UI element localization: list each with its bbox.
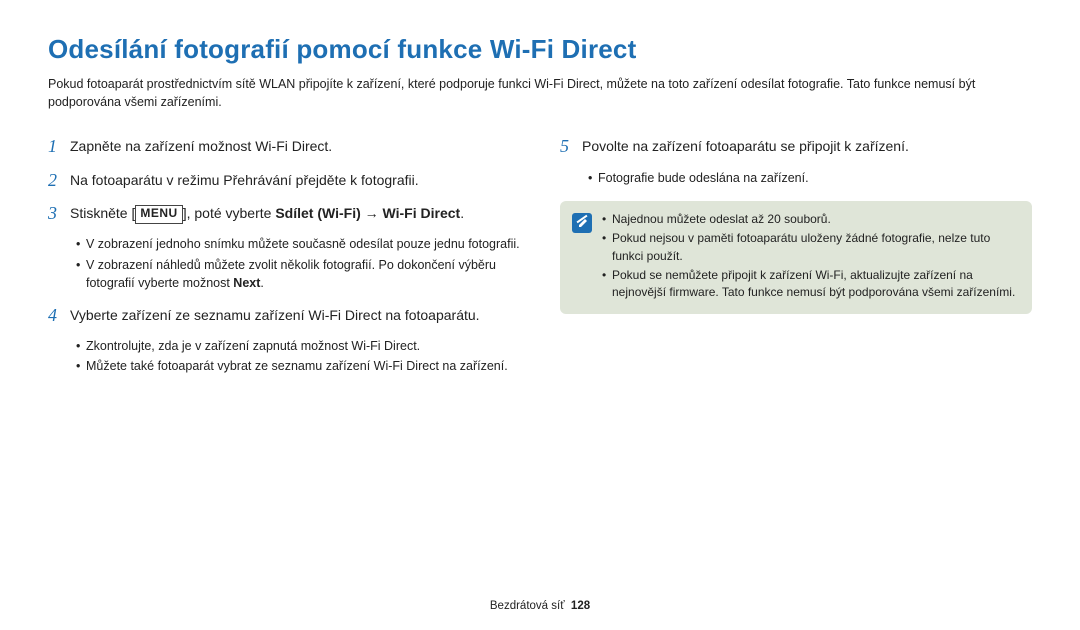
note-item-b: Pokud nejsou v paměti fotoaparátu uložen…: [602, 230, 1020, 265]
step-text: Na fotoaparátu v režimu Přehrávání přejd…: [70, 169, 419, 192]
note-list: Najednou můžete odeslat až 20 souborů. P…: [602, 211, 1020, 304]
step-4-sub-a: Zkontrolujte, zda je v zařízení zapnutá …: [76, 337, 520, 355]
step-5-sublist: Fotografie bude odeslána na zařízení.: [560, 169, 1032, 187]
step-3-sub-b-1: V zobrazení náhledů můžete zvolit několi…: [86, 258, 496, 290]
content-columns: 1 Zapněte na zařízení možnost Wi-Fi Dire…: [48, 135, 1032, 592]
step-3-bold: Sdílet (Wi-Fi) → Wi-Fi Direct: [275, 205, 460, 221]
step-5-sub-a: Fotografie bude odeslána na zařízení.: [588, 169, 1032, 187]
step-number: 4: [48, 304, 70, 327]
step-3-sub-b-2: .: [260, 276, 263, 290]
menu-button-label: MENU: [135, 205, 182, 224]
page-title: Odesílání fotografií pomocí funkce Wi-Fi…: [48, 34, 1032, 65]
note-item-a: Najednou můžete odeslat až 20 souborů.: [602, 211, 1020, 228]
step-number: 5: [560, 135, 582, 158]
step-2: 2 Na fotoaparátu v režimu Přehrávání pře…: [48, 169, 520, 192]
step-4: 4 Vyberte zařízení ze seznamu zařízení W…: [48, 304, 520, 327]
note-box: Najednou můžete odeslat až 20 souborů. P…: [560, 201, 1032, 314]
step-3-post: ], poté vyberte: [183, 205, 276, 221]
step-3-pre: Stiskněte [: [70, 205, 135, 221]
step-3-sub-b: V zobrazení náhledů můžete zvolit několi…: [76, 256, 520, 292]
intro-paragraph: Pokud fotoaparát prostřednictvím sítě WL…: [48, 75, 1032, 111]
step-text: Vyberte zařízení ze seznamu zařízení Wi-…: [70, 304, 480, 327]
step-3-sub-a: V zobrazení jednoho snímku můžete součas…: [76, 235, 520, 253]
step-3-end: .: [460, 205, 464, 221]
right-column: 5 Povolte na zařízení fotoaparátu se při…: [560, 135, 1032, 592]
footer-page-number: 128: [571, 600, 590, 612]
step-text: Zapněte na zařízení možnost Wi-Fi Direct…: [70, 135, 332, 158]
note-icon: [572, 213, 592, 233]
step-number: 1: [48, 135, 70, 158]
step-text: Stiskněte [MENU], poté vyberte Sdílet (W…: [70, 202, 464, 225]
step-number: 3: [48, 202, 70, 225]
step-3-sublist: V zobrazení jednoho snímku můžete součas…: [48, 235, 520, 291]
footer-section: Bezdrátová síť: [490, 600, 565, 612]
step-5: 5 Povolte na zařízení fotoaparátu se při…: [560, 135, 1032, 158]
page-footer: Bezdrátová síť 128: [48, 592, 1032, 612]
step-1: 1 Zapněte na zařízení možnost Wi-Fi Dire…: [48, 135, 520, 158]
step-4-sublist: Zkontrolujte, zda je v zařízení zapnutá …: [48, 337, 520, 375]
step-4-sub-b: Můžete také fotoaparát vybrat ze seznamu…: [76, 357, 520, 375]
left-column: 1 Zapněte na zařízení možnost Wi-Fi Dire…: [48, 135, 520, 592]
step-3: 3 Stiskněte [MENU], poté vyberte Sdílet …: [48, 202, 520, 225]
note-item-c: Pokud se nemůžete připojit k zařízení Wi…: [602, 267, 1020, 302]
step-number: 2: [48, 169, 70, 192]
step-3-sub-b-bold: Next: [233, 276, 260, 290]
page: Odesílání fotografií pomocí funkce Wi-Fi…: [0, 0, 1080, 630]
step-text: Povolte na zařízení fotoaparátu se připo…: [582, 135, 909, 158]
